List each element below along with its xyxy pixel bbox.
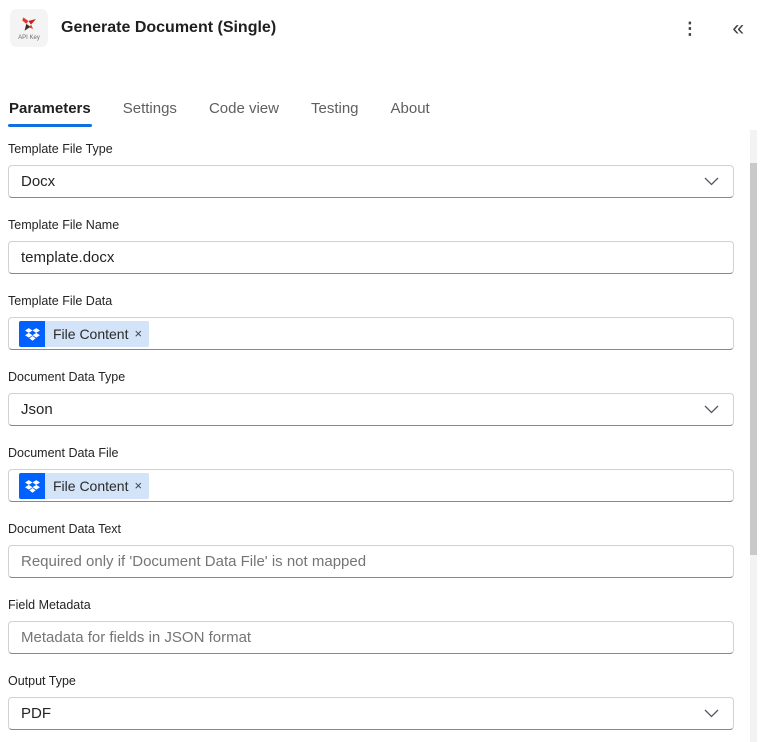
template-file-data-input[interactable]: File Content × [8,317,734,350]
template-file-type-dropdown[interactable]: Docx [8,165,734,198]
tab-about[interactable]: About [390,100,431,127]
dropdown-value: Json [21,401,53,418]
dropbox-icon [19,320,45,347]
field-field-metadata: Field Metadata [8,598,734,654]
field-label: Template File Name [8,218,120,232]
chevron-down-icon [704,405,719,414]
field-output-type: Output Type PDF [8,674,734,730]
field-document-data-text: Document Data Text [8,522,734,578]
scrollbar-track[interactable] [750,130,757,742]
action-header: API Key Generate Document (Single) ⋮ « [0,0,760,56]
action-title: Generate Document (Single) [61,19,277,36]
field-document-data-type: Document Data Type Json [8,370,734,426]
field-template-file-name: Template File Name [8,218,734,274]
field-label: Document Data Text [8,522,122,536]
token-remove-icon[interactable]: × [134,327,142,340]
dynamic-content-token[interactable]: File Content × [19,320,150,347]
field-label: Template File Data [8,294,113,308]
output-type-dropdown[interactable]: PDF [8,697,734,730]
connector-badge-label: API Key [18,34,40,41]
tab-bar: Parameters Settings Code view Testing Ab… [0,100,760,127]
dropbox-icon [19,472,45,499]
field-label: Template File Type [8,142,113,156]
chevron-down-icon [704,709,719,718]
collapse-panel-icon[interactable]: « [728,16,748,41]
field-metadata-input[interactable] [8,621,734,654]
connector-badge: API Key [10,9,48,47]
dynamic-content-token[interactable]: File Content × [19,472,150,499]
tab-code-view[interactable]: Code view [208,100,280,127]
more-menu-icon[interactable]: ⋮ [677,18,702,39]
template-file-name-input[interactable] [8,241,734,274]
field-label: Document Data Type [8,370,126,384]
chevron-down-icon [704,177,719,186]
token-label: File Content [53,477,129,494]
dropdown-value: PDF [21,705,51,722]
tab-parameters[interactable]: Parameters [8,100,92,127]
tab-settings[interactable]: Settings [122,100,178,127]
field-document-data-file: Document Data File File Content × [8,446,734,502]
token-remove-icon[interactable]: × [134,479,142,492]
field-label: Output Type [8,674,76,688]
api-key-logo-icon [20,15,39,34]
dropdown-value: Docx [21,173,56,190]
tab-testing[interactable]: Testing [310,100,360,127]
document-data-file-input[interactable]: File Content × [8,469,734,502]
document-data-text-input[interactable] [8,545,734,578]
document-data-type-dropdown[interactable]: Json [8,393,734,426]
token-label: File Content [53,325,129,342]
parameters-panel: Template File Type Docx Template File Na… [0,127,760,730]
field-label: Field Metadata [8,598,91,612]
scrollbar-thumb[interactable] [750,163,757,555]
field-template-file-data: Template File Data File Content × [8,294,734,350]
field-label: Document Data File [8,446,119,460]
field-template-file-type: Template File Type Docx [8,142,734,198]
